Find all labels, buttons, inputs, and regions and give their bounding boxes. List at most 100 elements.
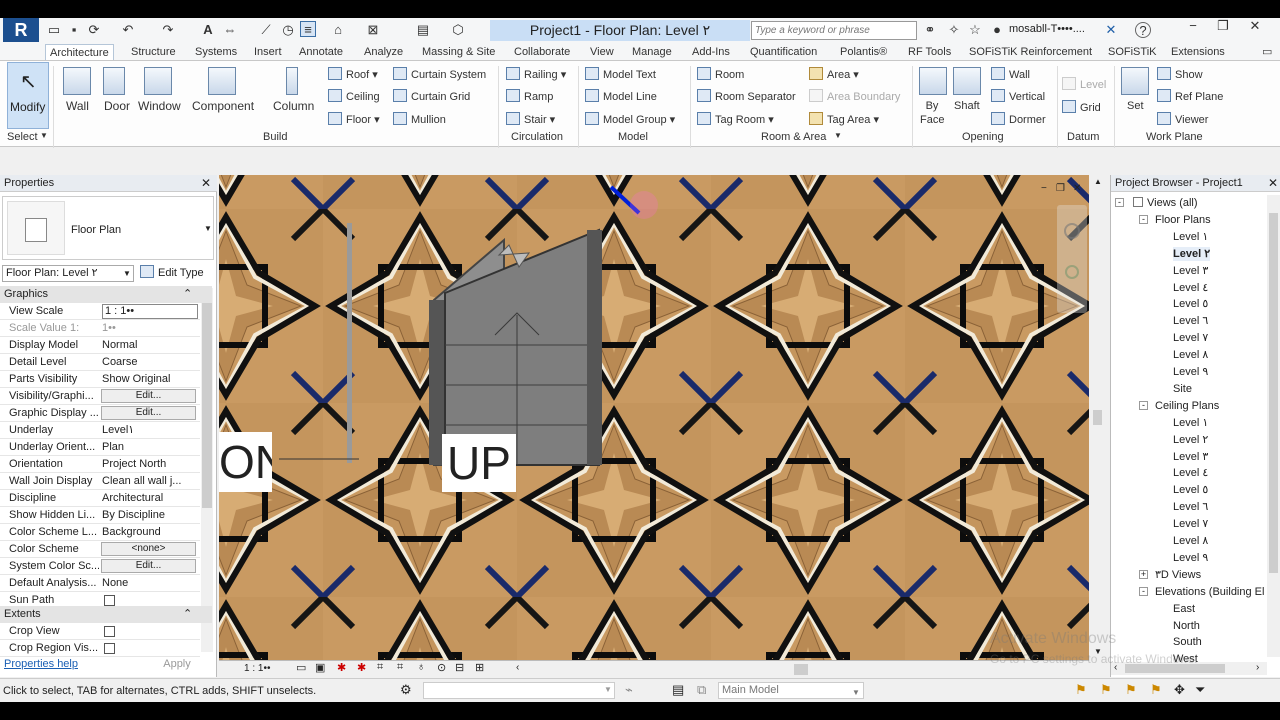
main-model-dropdown[interactable]: Main Model ▼ — [718, 682, 864, 699]
tab-sofistik[interactable]: SOFiSTiK — [1108, 44, 1157, 60]
browser-view-item[interactable]: Level ٨ — [1173, 348, 1208, 362]
zoom-icon[interactable] — [1064, 223, 1080, 239]
shadows-icon[interactable]: ✱ — [357, 661, 366, 674]
crop-icon[interactable]: ⌗ — [377, 661, 383, 674]
area-boundary-button[interactable]: Area Boundary — [809, 89, 900, 104]
tab-sofistik-reinforcement[interactable]: SOFiSTiK Reinforcement — [969, 44, 1092, 60]
3d-view-icon[interactable]: ⌂ — [330, 22, 346, 38]
level-button[interactable]: Level — [1062, 77, 1106, 92]
sync-icon[interactable]: ⟳ — [86, 22, 102, 38]
design-options-icon[interactable]: ▤ — [672, 682, 684, 698]
collapse-icon[interactable]: - — [1139, 586, 1148, 596]
tab-structure[interactable]: Structure — [131, 44, 176, 60]
text-icon[interactable]: A — [200, 22, 216, 38]
subscription-icon[interactable]: ✧ — [946, 22, 962, 38]
room-separator-button[interactable]: Room Separator — [697, 89, 796, 104]
canvas-minimize-icon[interactable]: − — [1041, 183, 1047, 194]
worksets-icon[interactable]: ⚙ — [400, 682, 412, 698]
open-icon[interactable]: ▭ — [46, 22, 62, 38]
steering-wheel-icon[interactable] — [1065, 265, 1079, 279]
browser-view-item[interactable]: Level ٦ — [1173, 500, 1208, 514]
select-dropdown-icon[interactable]: ▼ — [40, 131, 48, 140]
properties-help-link[interactable]: Properties help — [4, 658, 78, 670]
workset-dropdown[interactable]: ▼ — [423, 682, 615, 699]
shaft-button[interactable]: Shaft — [954, 99, 980, 113]
visual-style-icon[interactable]: ▣ — [315, 661, 325, 674]
select-by-face-icon[interactable]: ⚑ — [1150, 682, 1162, 698]
star-icon[interactable]: ☆ — [967, 22, 983, 38]
floor-plan-canvas[interactable]: ON UP − ❐ ✕ — [219, 175, 1089, 660]
select-links-icon[interactable]: ⚑ — [1075, 682, 1087, 698]
reveal-icon[interactable]: ⊙ — [437, 661, 446, 674]
user-name[interactable]: mosabll-T••••.... — [1009, 23, 1094, 35]
property-edit-button[interactable]: Edit... — [101, 389, 196, 403]
modify-button[interactable]: ↖ Modify — [7, 62, 49, 129]
canvas-vertical-scrollbar[interactable]: ▲ ▼ — [1089, 175, 1106, 660]
browser-view-item[interactable]: Site — [1173, 382, 1192, 396]
browser-view-item[interactable]: Level ٢ — [1173, 246, 1211, 261]
apply-button[interactable]: Apply — [140, 655, 214, 674]
select-underlay-icon[interactable]: ⚑ — [1100, 682, 1112, 698]
curtain-grid-button[interactable]: Curtain Grid — [393, 89, 470, 104]
browser-group-item[interactable]: Views (all) — [1147, 196, 1198, 210]
canvas-restore-icon[interactable]: ❐ — [1056, 183, 1065, 194]
tab-manage[interactable]: Manage — [632, 44, 672, 60]
column-button[interactable]: Column — [273, 99, 314, 113]
browser-view-item[interactable]: Level ٣ — [1173, 264, 1208, 278]
property-edit-button[interactable]: Edit... — [101, 559, 196, 573]
show-button[interactable]: Show — [1157, 67, 1203, 82]
analytical-icon[interactable]: ⊟ — [455, 661, 464, 674]
stair-button[interactable]: Stair ▾ — [506, 112, 555, 127]
mullion-button[interactable]: Mullion — [393, 112, 446, 127]
tab-extensions[interactable]: Extensions — [1171, 44, 1225, 60]
project-browser-close-icon[interactable]: ✕ — [1268, 175, 1278, 192]
crop-region-checkbox[interactable] — [104, 643, 115, 654]
browser-view-item[interactable]: Level ٧ — [1173, 331, 1208, 345]
room-button[interactable]: Room — [697, 67, 744, 82]
restore-icon[interactable]: ❐ — [1215, 18, 1231, 34]
show-crop-icon[interactable]: ⌗ — [397, 661, 403, 674]
app-menu-icon[interactable]: R — [3, 18, 39, 42]
tag-icon[interactable]: ◷ — [280, 22, 296, 38]
properties-close-icon[interactable]: ✕ — [201, 175, 211, 192]
view-scale[interactable]: 1 : 1•• — [244, 663, 270, 674]
vertical-button[interactable]: Vertical — [991, 89, 1045, 104]
tab-analyze[interactable]: Analyze — [364, 44, 403, 60]
tab-insert[interactable]: Insert — [254, 44, 282, 60]
browser-view-item[interactable]: Level ٦ — [1173, 314, 1208, 328]
close-hidden-icon[interactable]: ⊠ — [365, 22, 381, 38]
browser-view-item[interactable]: Level ٤ — [1173, 466, 1208, 480]
thin-lines-icon[interactable]: ≡ — [300, 21, 316, 37]
door-button[interactable]: Door — [104, 99, 130, 113]
model-group-button[interactable]: Model Group ▾ — [585, 112, 675, 127]
ref-plane-button[interactable]: Ref Plane — [1157, 89, 1223, 104]
tab-quantification[interactable]: Quantification — [750, 44, 817, 60]
dormer-button[interactable]: Dormer — [991, 112, 1046, 127]
customize-icon[interactable]: ⬡ — [450, 22, 466, 38]
model-line-button[interactable]: Model Line — [585, 89, 657, 104]
set-button[interactable]: Set — [1127, 99, 1144, 113]
browser-view-item[interactable]: Level ١ — [1173, 416, 1208, 430]
browser-scrollbar[interactable] — [1267, 195, 1280, 657]
crop-view-checkbox[interactable] — [104, 626, 115, 637]
property-edit-button[interactable]: <none> — [101, 542, 196, 556]
drag-elements-icon[interactable]: ✥ — [1174, 682, 1185, 698]
graphics-group[interactable]: Graphics ⌃ — [0, 286, 212, 303]
tag-room-button[interactable]: Tag Room ▾ — [697, 112, 774, 127]
filter-icon[interactable]: ⏷ — [1195, 682, 1205, 698]
ceiling-button[interactable]: Ceiling — [328, 89, 380, 104]
browser-group-item[interactable]: Ceiling Plans — [1155, 399, 1219, 413]
constraints-icon[interactable]: ⊞ — [475, 661, 484, 674]
tab-polantis[interactable]: Polantis® — [840, 44, 887, 60]
browser-view-item[interactable]: Level ٩ — [1173, 365, 1208, 379]
browser-view-item[interactable]: South — [1173, 635, 1202, 649]
area-button[interactable]: Area ▾ — [809, 67, 859, 82]
tab-rf-tools[interactable]: RF Tools — [908, 44, 951, 60]
select-panel-label[interactable]: Select — [7, 131, 38, 143]
by-face-button[interactable]: By Face — [920, 99, 944, 127]
ribbon-toggle-icon[interactable]: ▭ — [1262, 44, 1272, 60]
temp-hide-icon[interactable]: ♁ — [417, 661, 425, 673]
browser-view-item[interactable]: Level ٥ — [1173, 297, 1208, 311]
undo-icon[interactable]: ↶ — [120, 22, 136, 38]
browser-view-item[interactable]: Level ١ — [1173, 230, 1208, 244]
